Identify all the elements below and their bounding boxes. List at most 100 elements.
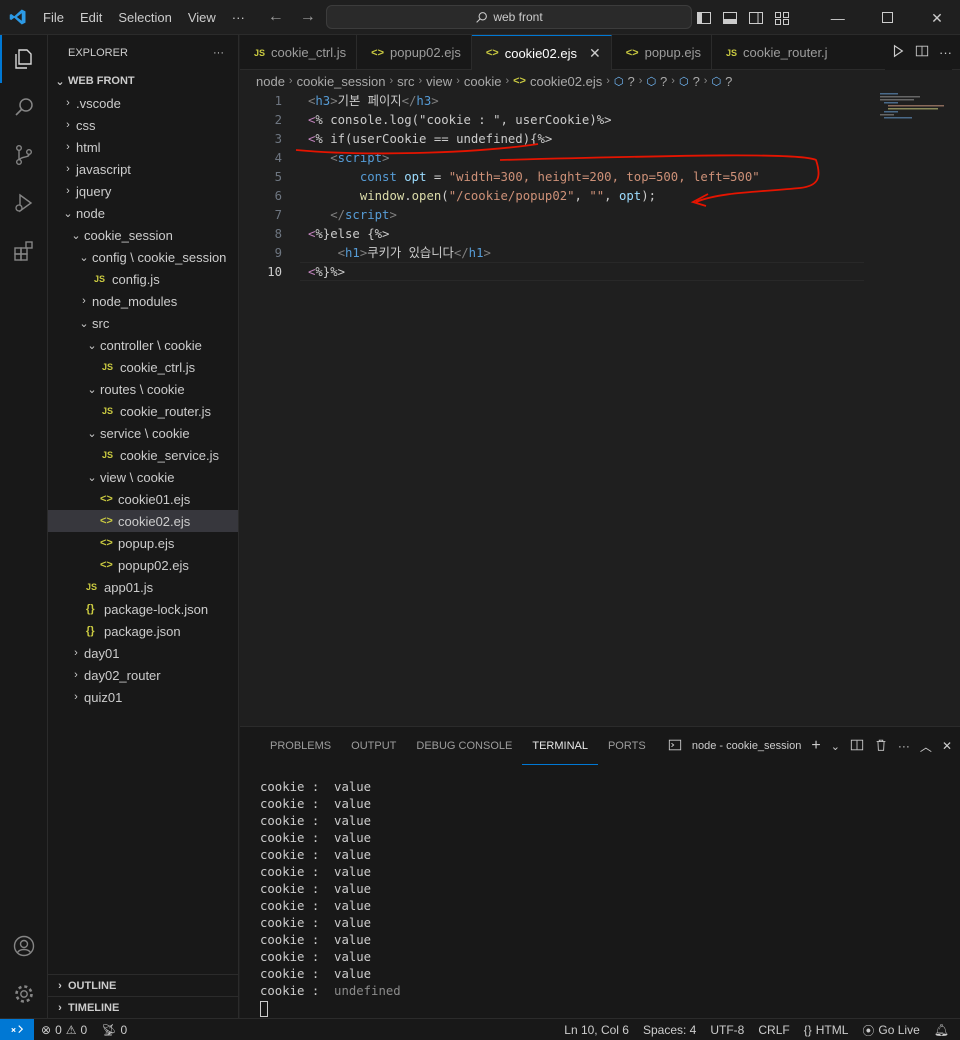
breadcrumb-item[interactable]: ? — [660, 74, 667, 89]
new-terminal-icon[interactable]: + — [811, 737, 820, 755]
code-line[interactable]: 1 <h3>기본 페이지</h3> — [240, 92, 860, 111]
tree-folder[interactable]: › node_modules — [48, 290, 238, 312]
indentation[interactable]: Spaces: 4 — [636, 1023, 703, 1037]
terminal-name[interactable]: node - cookie_session — [692, 740, 801, 752]
timeline-section[interactable]: › TIMELINE — [48, 996, 239, 1018]
terminal-output[interactable]: cookie : value cookie : value cookie : val… — [260, 779, 401, 1017]
code-line[interactable]: 2 <% console.log("cookie : ", userCookie)… — [240, 111, 860, 130]
forward-arrow-icon[interactable]: → — [297, 8, 319, 26]
panel-tab-debug-console[interactable]: DEBUG CONSOLE — [406, 727, 522, 765]
tree-folder[interactable]: ⌄ config \ cookie_session — [48, 246, 238, 268]
explorer-icon[interactable] — [0, 35, 48, 83]
tree-file[interactable]: <> popup.ejs — [48, 532, 238, 554]
command-center-search[interactable]: web front — [326, 5, 692, 29]
code-line[interactable]: 9 <h1>쿠키가 있습니다</h1> — [240, 244, 860, 263]
tree-folder[interactable]: ⌄ service \ cookie — [48, 422, 238, 444]
tree-file[interactable]: JS cookie_service.js — [48, 444, 238, 466]
run-debug-icon[interactable] — [0, 179, 48, 227]
run-icon[interactable] — [891, 44, 905, 61]
tree-folder[interactable]: ⌄ view \ cookie — [48, 466, 238, 488]
editor-tab[interactable]: <> cookie02.ejs ✕ — [471, 35, 612, 70]
editor-tab[interactable]: JS cookie_ctrl.js — [240, 35, 358, 70]
code-line[interactable]: 7 </script> — [240, 206, 860, 225]
close-tab-icon[interactable]: ✕ — [589, 45, 601, 62]
back-arrow-icon[interactable]: ← — [265, 8, 287, 26]
more-actions-icon[interactable]: ··· — [898, 739, 910, 753]
panel-tab-output[interactable]: OUTPUT — [341, 727, 406, 765]
search-view-icon[interactable] — [0, 83, 48, 131]
toggle-secondary-sidebar-icon[interactable] — [747, 9, 765, 27]
tree-folder[interactable]: › .vscode — [48, 92, 238, 114]
minimap[interactable] — [878, 92, 948, 122]
maximize-icon[interactable] — [864, 0, 910, 35]
breadcrumb-item[interactable]: cookie_session — [297, 74, 386, 89]
tree-folder[interactable]: ⌄ controller \ cookie — [48, 334, 238, 356]
more-actions-icon[interactable]: ··· — [939, 45, 952, 60]
maximize-panel-icon[interactable]: ︿ — [920, 738, 932, 755]
tree-file[interactable]: <> popup02.ejs — [48, 554, 238, 576]
source-control-icon[interactable] — [0, 131, 48, 179]
manage-gear-icon[interactable] — [0, 970, 48, 1018]
cursor-position[interactable]: Ln 10, Col 6 — [557, 1023, 636, 1037]
breadcrumb-item[interactable]: view — [426, 74, 452, 89]
tree-folder[interactable]: › quiz01 — [48, 686, 238, 708]
code-line[interactable]: 6 window.open("/cookie/popup02", "", opt… — [240, 187, 860, 206]
menu-file[interactable]: File — [35, 0, 72, 35]
code-line[interactable]: 4 <script> — [240, 149, 860, 168]
remote-indicator-icon[interactable] — [0, 1018, 34, 1040]
tree-folder[interactable]: ⌄ src — [48, 312, 238, 334]
close-window-icon[interactable]: ✕ — [914, 1, 960, 36]
breadcrumb-item[interactable]: src — [397, 74, 414, 89]
trash-icon[interactable] — [874, 738, 888, 755]
language-mode[interactable]: {} HTML — [797, 1023, 856, 1037]
breadcrumb-item[interactable]: ? — [628, 74, 635, 89]
tree-folder[interactable]: ⌄ cookie_session — [48, 224, 238, 246]
chevron-down-icon[interactable]: ⌄ — [831, 740, 840, 753]
tree-file[interactable]: <> cookie02.ejs — [48, 510, 238, 532]
tree-folder[interactable]: › jquery — [48, 180, 238, 202]
close-panel-icon[interactable]: ✕ — [942, 739, 952, 753]
menu-selection[interactable]: Selection — [110, 0, 179, 35]
code-line[interactable]: 5 const opt = "width=300, height=200, to… — [240, 168, 860, 187]
go-live-button[interactable]: ⦿ Go Live — [855, 1022, 926, 1039]
explorer-more-actions[interactable]: ··· — [213, 47, 224, 59]
outline-section[interactable]: › OUTLINE — [48, 974, 239, 996]
tree-file[interactable]: JS cookie_ctrl.js — [48, 356, 238, 378]
tree-file[interactable]: JS app01.js — [48, 576, 238, 598]
code-line[interactable]: 3 <% if(userCookie == undefined){%> — [240, 130, 860, 149]
breadcrumb-item[interactable]: cookie02.ejs — [530, 74, 602, 89]
panel-tab-problems[interactable]: PROBLEMS — [260, 727, 341, 765]
tree-file[interactable]: JS cookie_router.js — [48, 400, 238, 422]
tree-folder[interactable]: › day02_router — [48, 664, 238, 686]
tree-file[interactable]: {} package.json — [48, 620, 238, 642]
extensions-icon[interactable] — [0, 227, 48, 275]
breadcrumb-item[interactable]: cookie — [464, 74, 502, 89]
breadcrumb-item[interactable]: ? — [725, 74, 732, 89]
code-line[interactable]: 10 <%}%> — [240, 263, 860, 282]
notifications-bell-icon[interactable]: 🔔︎ — [927, 1023, 956, 1037]
workspace-root[interactable]: ⌄ WEB FRONT — [48, 70, 238, 92]
tree-folder[interactable]: › css — [48, 114, 238, 136]
code-line[interactable]: 8 <%}else {%> — [240, 225, 860, 244]
editor-tab[interactable]: <> popup.ejs — [612, 35, 712, 70]
minimize-icon[interactable]: — — [815, 0, 861, 35]
menu-view[interactable]: View — [180, 0, 224, 35]
tree-folder[interactable]: ⌄ routes \ cookie — [48, 378, 238, 400]
customize-layout-icon[interactable] — [773, 9, 791, 27]
editor-tab[interactable]: JS cookie_router.j — [712, 35, 838, 70]
tree-file[interactable]: <> cookie01.ejs — [48, 488, 238, 510]
split-terminal-icon[interactable] — [850, 738, 864, 755]
end-of-line[interactable]: CRLF — [751, 1023, 796, 1037]
toggle-panel-icon[interactable] — [721, 9, 739, 27]
panel-tab-terminal[interactable]: TERMINAL — [522, 727, 598, 765]
breadcrumb-item[interactable]: node — [256, 74, 285, 89]
ports-status[interactable]: 📡︎ 0 — [94, 1023, 134, 1037]
tree-file[interactable]: JS config.js — [48, 268, 238, 290]
tree-folder[interactable]: › javascript — [48, 158, 238, 180]
split-editor-icon[interactable] — [915, 44, 929, 61]
menu-edit[interactable]: Edit — [72, 0, 110, 35]
accounts-icon[interactable] — [0, 922, 48, 970]
editor-tab[interactable]: <> popup02.ejs — [357, 35, 472, 70]
problems-status[interactable]: ⊗ 0 ⚠ 0 — [34, 1023, 94, 1037]
encoding[interactable]: UTF-8 — [703, 1023, 751, 1037]
